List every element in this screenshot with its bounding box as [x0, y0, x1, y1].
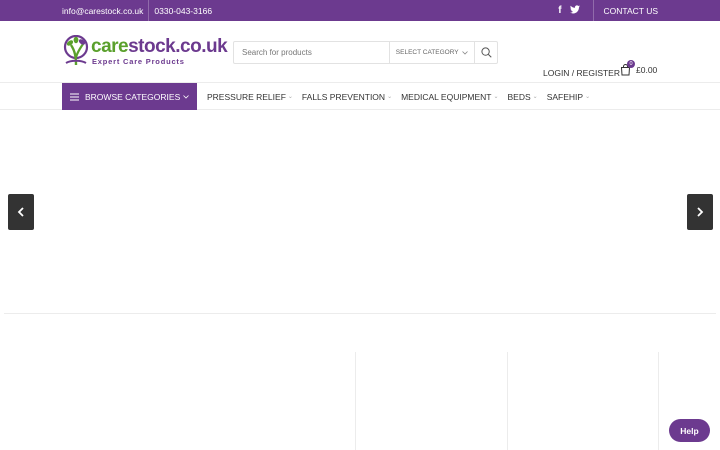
nav-item-label: BEDS	[507, 91, 531, 102]
chevron-down-icon: ⌄	[532, 94, 538, 100]
chevron-down-icon: ⌄	[287, 94, 293, 100]
browse-categories-button[interactable]: BROWSE CATEGORIES	[62, 83, 197, 110]
facebook-icon[interactable]: f	[558, 5, 561, 16]
login-register-link[interactable]: LOGIN / REGISTER	[543, 68, 620, 78]
cart-icon: 0	[620, 60, 635, 76]
main-navigation: BROWSE CATEGORIES PRESSURE RELIEF ⌄ FALLS…	[0, 83, 720, 110]
browse-categories-label: BROWSE CATEGORIES	[85, 91, 181, 102]
column-divider	[355, 352, 356, 450]
email-link[interactable]: info@carestock.co.uk	[62, 6, 143, 16]
nav-item-falls-prevention[interactable]: FALLS PREVENTION ⌄	[302, 92, 392, 102]
nav-item-pressure-relief[interactable]: PRESSURE RELIEF ⌄	[207, 92, 293, 102]
nav-item-label: PRESSURE RELIEF	[207, 91, 286, 102]
cart-count-badge: 0	[627, 60, 635, 68]
category-select[interactable]: SELECT CATEGORY	[388, 42, 474, 63]
nav-item-medical-equipment[interactable]: MEDICAL EQUIPMENT ⌄	[401, 92, 498, 102]
logo-tree-icon	[63, 35, 89, 66]
section-divider	[4, 313, 716, 314]
contact-us-link[interactable]: CONTACT US	[599, 6, 658, 16]
top-bar-contact-info: info@carestock.co.uk 0330-043-3166	[62, 0, 212, 21]
logo-wordmark: carestock.co.uk	[91, 36, 228, 57]
social-links: f	[558, 4, 580, 17]
chevron-down-icon: ⌄	[585, 94, 591, 100]
logo-tagline: Expert Care Products	[92, 57, 185, 66]
chevron-down-icon: ⌄	[493, 94, 499, 100]
top-bar-separator	[148, 0, 150, 21]
column-divider	[507, 352, 508, 450]
cart-button[interactable]: 0 £0.00	[620, 60, 658, 76]
top-bar-right: f CONTACT US	[558, 0, 658, 21]
search-icon	[481, 47, 492, 58]
site-logo[interactable]: carestock.co.uk Expert Care Products	[62, 35, 228, 71]
twitter-icon[interactable]	[569, 4, 580, 17]
chevron-down-icon	[462, 50, 468, 55]
chevron-left-icon	[17, 207, 24, 217]
search-input[interactable]	[234, 42, 389, 63]
hamburger-icon	[70, 93, 79, 100]
help-button[interactable]: Help	[669, 419, 710, 442]
nav-menu: PRESSURE RELIEF ⌄ FALLS PREVENTION ⌄ MEDIC…	[207, 83, 590, 110]
category-select-label: SELECT CATEGORY	[395, 49, 459, 56]
nav-item-label: SAFEHIP	[546, 91, 584, 102]
product-search-form: SELECT CATEGORY	[233, 41, 498, 64]
nav-item-label: MEDICAL EQUIPMENT	[401, 91, 492, 102]
slider-prev-button[interactable]	[8, 194, 34, 230]
site-header: carestock.co.uk Expert Care Products SEL…	[0, 21, 720, 83]
nav-item-beds[interactable]: BEDS ⌄	[508, 92, 538, 102]
chevron-right-icon	[697, 207, 704, 217]
nav-item-label: FALLS PREVENTION	[301, 91, 386, 102]
chevron-down-icon: ⌄	[387, 94, 393, 100]
chevron-down-icon	[183, 94, 189, 99]
nav-item-safehip[interactable]: SAFEHIP ⌄	[547, 92, 590, 102]
cart-total: £0.00	[636, 65, 658, 75]
column-divider	[658, 352, 659, 450]
search-button[interactable]	[474, 42, 497, 63]
slider-next-button[interactable]	[687, 194, 713, 230]
top-bar: info@carestock.co.uk 0330-043-3166 f CON…	[0, 0, 720, 21]
phone-link[interactable]: 0330-043-3166	[154, 6, 212, 16]
top-bar-separator	[592, 0, 594, 21]
